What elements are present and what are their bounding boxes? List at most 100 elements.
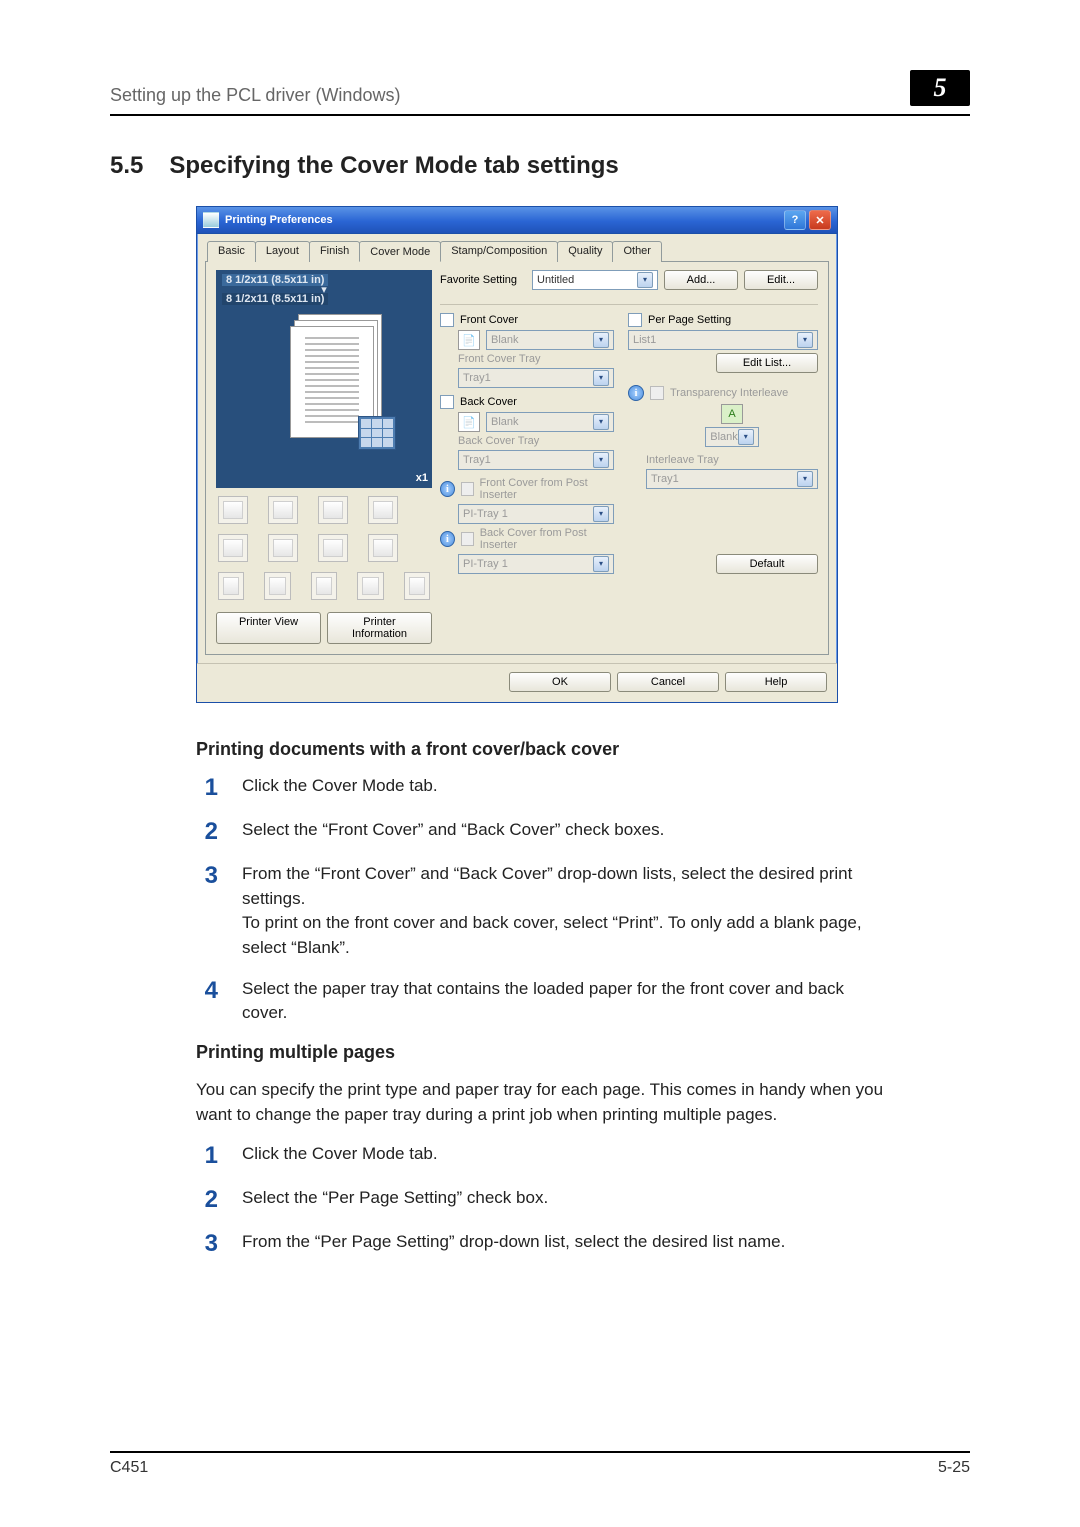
printer-view-button[interactable]: Printer View <box>216 612 321 644</box>
back-cover-checkbox[interactable] <box>440 395 454 409</box>
pi-back-cover-label: Back Cover from Post Inserter <box>480 527 614 551</box>
feature-icon <box>368 496 398 524</box>
footer-rule <box>110 1451 970 1453</box>
front-cover-mode-value: Blank <box>491 332 519 348</box>
favorite-setting-select[interactable]: Untitled ▾ <box>532 270 658 290</box>
feature-icon <box>264 572 290 600</box>
edit-list-button[interactable]: Edit List... <box>716 353 818 373</box>
footer-page-number: 5-25 <box>938 1459 970 1477</box>
tab-layout[interactable]: Layout <box>255 241 310 262</box>
pi-front-cover-label: Front Cover from Post Inserter <box>480 477 614 501</box>
tab-cover-mode[interactable]: Cover Mode <box>359 241 441 262</box>
pi-back-tray-select[interactable]: PI-Tray 1 ▾ <box>458 554 614 574</box>
feature-icon <box>368 534 398 562</box>
printer-information-button[interactable]: Printer Information <box>327 612 432 644</box>
front-cover-checkbox[interactable] <box>440 313 454 327</box>
feature-icon <box>218 534 248 562</box>
per-page-list-select[interactable]: List1 ▾ <box>628 330 818 350</box>
transparency-interleave-checkbox[interactable] <box>650 386 664 400</box>
titlebar-help-button[interactable]: ? <box>784 210 806 230</box>
interleave-tray-select[interactable]: Tray1 ▾ <box>646 469 818 489</box>
pi-front-tray-select[interactable]: PI-Tray 1 ▾ <box>458 504 614 524</box>
titlebar-close-button[interactable]: ✕ <box>809 210 831 230</box>
front-cover-tray-label: Front Cover Tray <box>458 353 614 365</box>
feature-icon <box>404 572 430 600</box>
tab-basic[interactable]: Basic <box>207 241 256 262</box>
dialog-titlebar[interactable]: Printing Preferences ? ✕ <box>197 207 837 234</box>
favorite-setting-value: Untitled <box>537 272 574 288</box>
tab-finish[interactable]: Finish <box>309 241 360 262</box>
step-number: 4 <box>196 977 218 1005</box>
chevron-down-icon: ▾ <box>593 414 609 430</box>
chevron-down-icon: ▾ <box>593 506 609 522</box>
front-cover-tray-select[interactable]: Tray1 ▾ <box>458 368 614 388</box>
interleave-tray-value: Tray1 <box>651 471 679 487</box>
tab-quality[interactable]: Quality <box>557 241 613 262</box>
pi-front-cover-checkbox[interactable] <box>461 482 474 496</box>
front-cover-mode-select[interactable]: Blank ▾ <box>486 330 614 350</box>
front-cover-tray-value: Tray1 <box>463 370 491 386</box>
back-cover-icon: 📄 <box>458 412 480 432</box>
feature-icon <box>218 496 248 524</box>
chapter-badge: 5 <box>910 70 970 106</box>
per-page-list-value: List1 <box>633 332 656 348</box>
step-text: Select the “Per Page Setting” check box. <box>242 1186 548 1211</box>
chevron-down-icon: ▾ <box>593 370 609 386</box>
ok-button[interactable]: OK <box>509 672 611 692</box>
step-text: Select the paper tray that contains the … <box>242 977 882 1026</box>
step-number: 1 <box>196 1142 218 1170</box>
interleave-tray-label: Interleave Tray <box>646 454 818 466</box>
preview-panel: 8 1/2x11 (8.5x11 in) ▾ 8 1/2x11 (8.5x11 … <box>216 270 432 488</box>
feature-icon <box>268 496 298 524</box>
step-number: 2 <box>196 818 218 846</box>
pi-back-cover-checkbox[interactable] <box>461 532 474 546</box>
help-button[interactable]: Help <box>725 672 827 692</box>
dialog-screenshot: Printing Preferences ? ✕ Basic Layout Fi… <box>196 206 970 703</box>
cancel-button[interactable]: Cancel <box>617 672 719 692</box>
dialog-title: Printing Preferences <box>225 214 333 226</box>
back-cover-tray-value: Tray1 <box>463 452 491 468</box>
back-cover-mode-select[interactable]: Blank ▾ <box>486 412 614 432</box>
front-cover-label: Front Cover <box>460 314 518 326</box>
step-number: 3 <box>196 1230 218 1258</box>
footer-model: C451 <box>110 1459 148 1477</box>
preview-multiplier: x1 <box>416 472 428 484</box>
chevron-down-icon: ▾ <box>593 556 609 572</box>
step-number: 3 <box>196 862 218 890</box>
per-page-setting-label: Per Page Setting <box>648 314 731 326</box>
tab-other[interactable]: Other <box>612 241 662 262</box>
front-cover-icon: 📄 <box>458 330 480 350</box>
back-cover-tray-label: Back Cover Tray <box>458 435 614 447</box>
favorite-add-button[interactable]: Add... <box>664 270 738 290</box>
back-cover-mode-value: Blank <box>491 414 519 430</box>
tab-stamp-composition[interactable]: Stamp/Composition <box>440 241 558 262</box>
feature-icon <box>268 534 298 562</box>
preview-dimension-source: 8 1/2x11 (8.5x11 in) <box>222 274 328 286</box>
chevron-down-icon: ▾ <box>738 429 754 445</box>
transparency-mode-select[interactable]: Blank ▾ <box>705 427 759 447</box>
step-line: From the “Front Cover” and “Back Cover” … <box>242 864 852 908</box>
feature-icon <box>218 572 244 600</box>
header-rule <box>110 114 970 116</box>
favorite-edit-button[interactable]: Edit... <box>744 270 818 290</box>
separator <box>440 304 818 305</box>
back-cover-tray-select[interactable]: Tray1 ▾ <box>458 450 614 470</box>
info-icon: i <box>440 531 455 547</box>
step-number: 1 <box>196 774 218 802</box>
favorite-setting-label: Favorite Setting <box>440 274 526 286</box>
per-page-setting-checkbox[interactable] <box>628 313 642 327</box>
step-text: From the “Per Page Setting” drop-down li… <box>242 1230 785 1255</box>
feature-icon <box>311 572 337 600</box>
chevron-down-icon: ▾ <box>593 332 609 348</box>
subheading-multiple-pages: Printing multiple pages <box>196 1042 970 1063</box>
chevron-down-icon: ▾ <box>593 452 609 468</box>
section-title: Specifying the Cover Mode tab settings <box>169 152 618 180</box>
default-button[interactable]: Default <box>716 554 818 574</box>
pi-front-tray-value: PI-Tray 1 <box>463 506 508 522</box>
step-text: Select the “Front Cover” and “Back Cover… <box>242 818 664 843</box>
step-text: Click the Cover Mode tab. <box>242 1142 438 1167</box>
feature-icon <box>318 534 348 562</box>
feature-icon <box>318 496 348 524</box>
preview-dimension-output: 8 1/2x11 (8.5x11 in) <box>222 293 328 305</box>
chevron-down-icon: ▾ <box>797 332 813 348</box>
